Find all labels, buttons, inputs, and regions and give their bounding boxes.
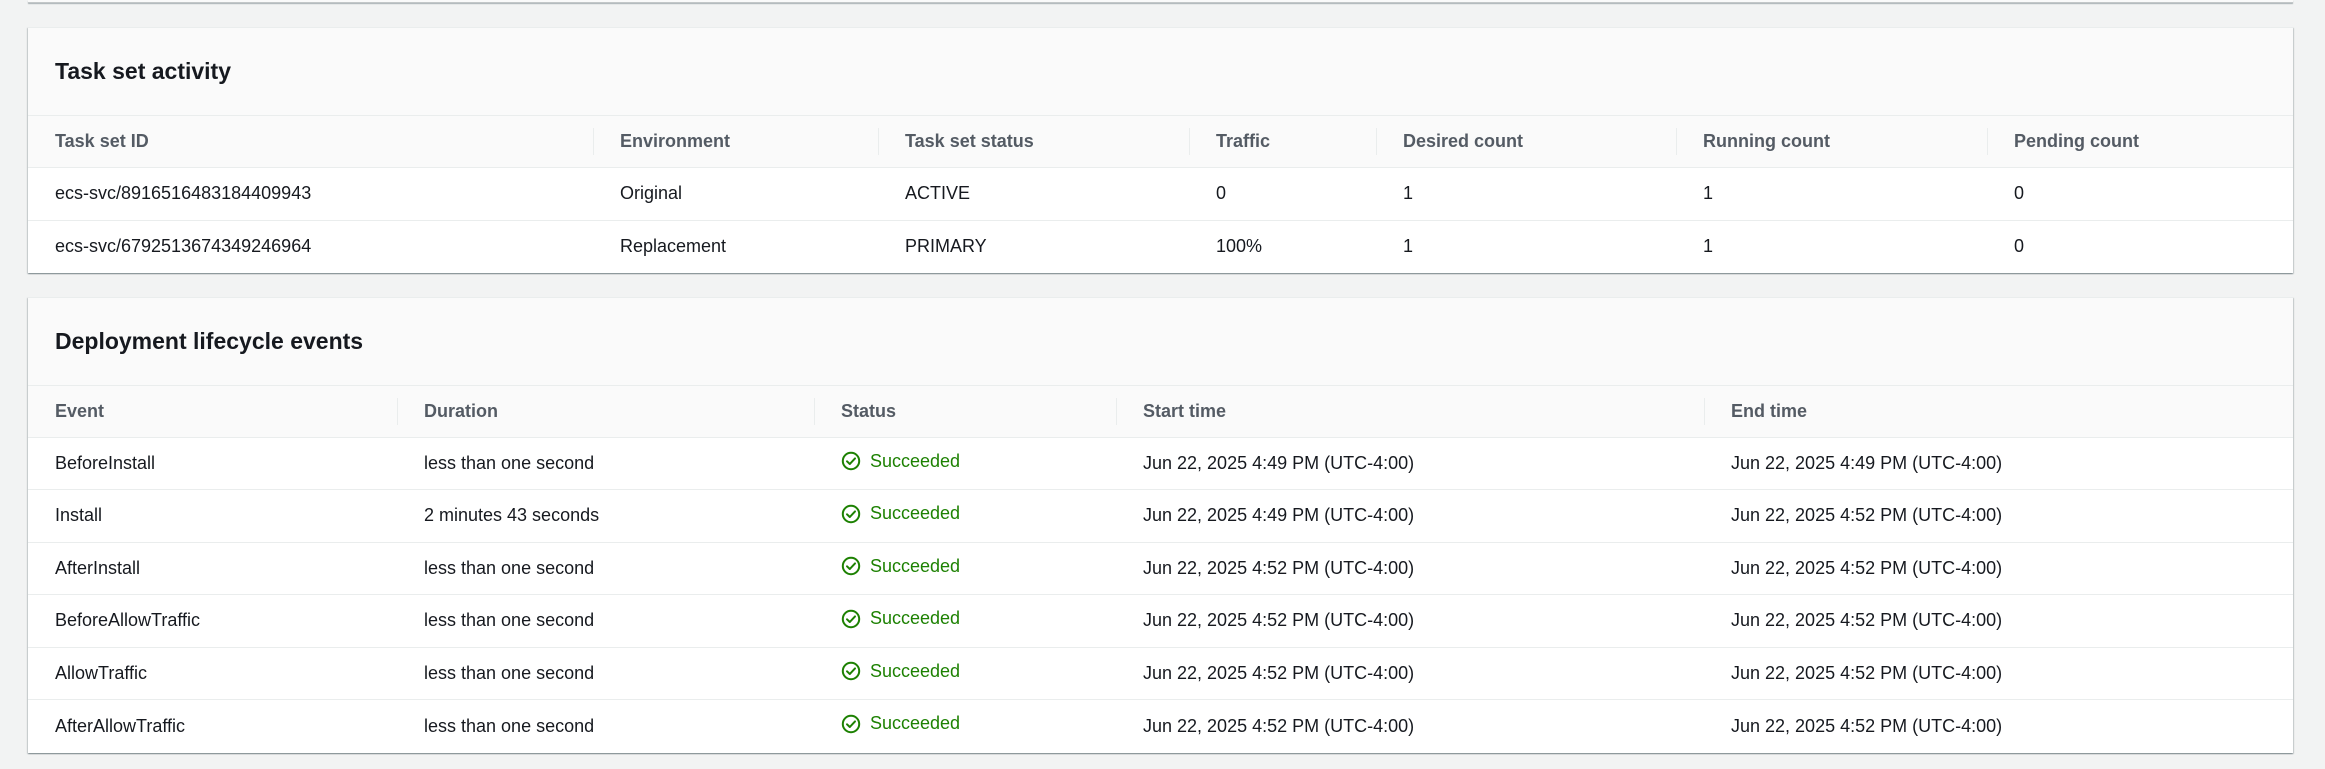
check-circle-icon: [841, 451, 861, 471]
start-time-cell: Jun 22, 2025 4:49 PM (UTC-4:00): [1116, 437, 1704, 490]
check-circle-icon: [841, 714, 861, 733]
status-cell: Succeeded: [814, 700, 1116, 753]
status-text: Succeeded: [870, 555, 961, 576]
desired-count-cell: 1: [1403, 236, 1414, 257]
desired-count-cell: 1: [1376, 167, 1676, 221]
duration-cell: less than one second: [397, 542, 814, 595]
task-set-table: Task set ID Environment Task set status …: [28, 116, 2293, 273]
event-cell: AfterAllowTraffic: [55, 715, 186, 736]
status-cell: Succeeded: [814, 647, 1116, 700]
column-header-pending-count[interactable]: Pending count: [1987, 116, 2293, 168]
start-time-cell: Jun 22, 2025 4:49 PM (UTC-4:00): [1116, 489, 1704, 543]
column-header-task-set-id[interactable]: Task set ID: [28, 116, 593, 168]
lifecycle-events-title: Deployment lifecycle events: [55, 328, 364, 354]
environment-cell: Original: [593, 167, 878, 221]
status-text: Succeeded: [870, 503, 961, 523]
column-header-task-set-status[interactable]: Task set status: [878, 116, 1189, 168]
column-header-duration[interactable]: Duration: [397, 386, 814, 438]
task-set-activity-panel: Task set activity Task set ID Environmen…: [28, 27, 2293, 273]
task-set-id-cell: ecs-svc/8916516483184409943: [28, 167, 593, 221]
status-text: Succeeded: [870, 660, 961, 681]
check-circle-icon: [841, 609, 861, 628]
lifecycle-events-header: Deployment lifecycle events: [28, 298, 2293, 386]
task-set-status-cell: ACTIVE: [878, 167, 1189, 221]
previous-panel-edge: [28, 0, 2293, 3]
column-header-environment[interactable]: Environment: [593, 116, 878, 168]
column-header-start-time[interactable]: Start time: [1116, 386, 1704, 438]
pending-count-cell: 0: [1987, 167, 2293, 221]
table-row: BeforeInstall less than one second Succe…: [28, 437, 2293, 490]
end-time-cell: Jun 22, 2025 4:52 PM (UTC-4:00): [1704, 594, 2293, 648]
column-header-status[interactable]: Status: [814, 386, 1116, 438]
start-time-cell: Jun 22, 2025 4:52 PM (UTC-4:00): [1116, 594, 1704, 648]
status-cell: Succeeded: [814, 542, 1116, 595]
status-indicator: Succeeded: [841, 608, 960, 629]
event-cell: AllowTraffic: [28, 647, 397, 700]
traffic-cell: 100%: [1216, 236, 1263, 257]
environment-cell: Replacement: [620, 236, 727, 257]
event-cell: AfterInstall: [28, 542, 397, 595]
start-time-cell: Jun 22, 2025 4:52 PM (UTC-4:00): [1116, 647, 1704, 700]
running-count-cell: 1: [1676, 167, 1987, 221]
start-time-cell: Jun 22, 2025 4:52 PM (UTC-4:00): [1116, 542, 1704, 595]
status-text: Succeeded: [870, 713, 961, 734]
end-time-cell: Jun 22, 2025 4:49 PM (UTC-4:00): [1704, 437, 2293, 490]
lifecycle-events-table: Event Duration Status Start time End tim…: [28, 386, 2293, 752]
end-time-cell: Jun 22, 2025 4:52 PM (UTC-4:00): [1704, 542, 2293, 595]
check-circle-icon: [841, 504, 861, 523]
end-time-cell: Jun 22, 2025 4:52 PM (UTC-4:00): [1731, 715, 2003, 736]
end-time-cell: Jun 22, 2025 4:52 PM (UTC-4:00): [1704, 647, 2293, 700]
column-header-event[interactable]: Event: [28, 386, 397, 438]
table-row: BeforeAllowTraffic less than one second …: [28, 594, 2293, 648]
status-text: Succeeded: [870, 450, 961, 471]
status-indicator: Succeeded: [841, 661, 960, 682]
duration-cell: less than one second: [397, 594, 814, 648]
table-row: Install 2 minutes 43 seconds Succeeded J…: [28, 489, 2293, 543]
check-circle-icon: [841, 556, 861, 576]
status-cell: Succeeded: [814, 437, 1116, 490]
traffic-cell: 0: [1189, 167, 1376, 221]
status-indicator: Succeeded: [841, 556, 960, 577]
pending-count-cell: 0: [2014, 236, 2025, 257]
event-cell: BeforeInstall: [28, 437, 397, 490]
column-header-desired-count[interactable]: Desired count: [1376, 116, 1676, 168]
status-indicator: Succeeded: [841, 451, 960, 472]
event-cell: BeforeAllowTraffic: [28, 594, 397, 648]
deployment-lifecycle-events-panel: Deployment lifecycle events Event Durati…: [28, 297, 2293, 753]
column-header-running-count[interactable]: Running count: [1676, 116, 1987, 168]
check-circle-icon: [841, 661, 861, 681]
duration-cell: 2 minutes 43 seconds: [397, 489, 814, 543]
start-time-cell: Jun 22, 2025 4:52 PM (UTC-4:00): [1143, 715, 1415, 736]
status-cell: Succeeded: [814, 594, 1116, 648]
duration-cell: less than one second: [397, 437, 814, 490]
status-text: Succeeded: [870, 608, 961, 628]
column-header-end-time[interactable]: End time: [1704, 386, 2293, 438]
event-cell: Install: [28, 489, 397, 543]
lifecycle-header-row: Event Duration Status Start time End tim…: [28, 386, 2293, 438]
status-indicator: Succeeded: [841, 713, 960, 734]
task-set-activity-header: Task set activity: [28, 28, 2293, 116]
table-row: AfterAllowTraffic less than one second S…: [28, 700, 2293, 753]
status-cell: Succeeded: [814, 489, 1116, 543]
column-header-traffic[interactable]: Traffic: [1189, 116, 1376, 168]
table-row: ecs-svc/6792513674349246964 Replacement …: [28, 220, 2293, 273]
task-set-id-cell: ecs-svc/6792513674349246964: [55, 236, 312, 257]
table-row: AfterInstall less than one second Succee…: [28, 542, 2293, 595]
table-row: AllowTraffic less than one second Succee…: [28, 647, 2293, 700]
task-set-status-cell: PRIMARY: [905, 236, 987, 257]
task-set-header-row: Task set ID Environment Task set status …: [28, 116, 2293, 168]
end-time-cell: Jun 22, 2025 4:52 PM (UTC-4:00): [1704, 489, 2293, 543]
status-indicator: Succeeded: [841, 503, 960, 524]
table-row: ecs-svc/8916516483184409943 Original ACT…: [28, 167, 2293, 221]
duration-cell: less than one second: [424, 715, 595, 736]
running-count-cell: 1: [1703, 236, 1714, 257]
task-set-activity-title: Task set activity: [55, 58, 232, 84]
duration-cell: less than one second: [397, 647, 814, 700]
